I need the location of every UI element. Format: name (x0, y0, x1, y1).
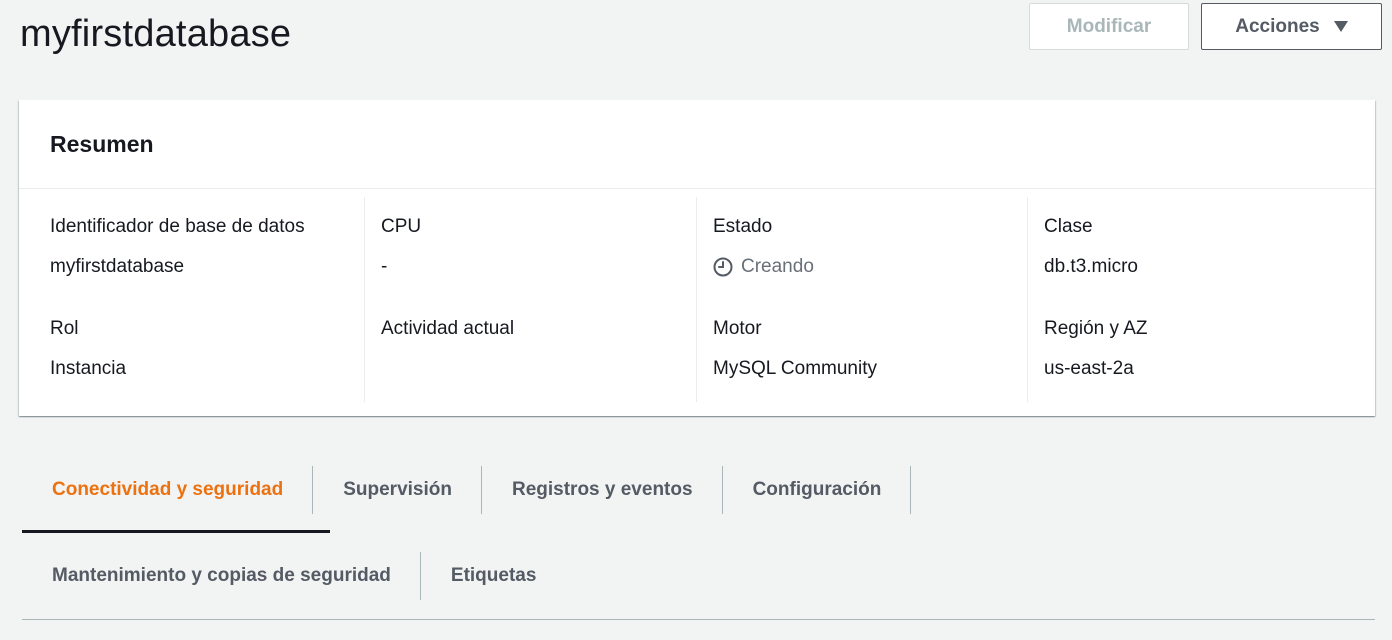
actions-button-label: Acciones (1235, 15, 1320, 37)
status-value-wrapper: Creando (713, 255, 1027, 279)
region-label: Región y AZ (1044, 318, 1148, 339)
tab-connectivity-security[interactable]: Conectividad y seguridad (22, 466, 314, 514)
activity-field: Actividad actual (365, 317, 696, 341)
tabs-divider (22, 619, 1375, 620)
class-field: Clase db.t3.micro (1028, 215, 1375, 279)
summary-panel: Resumen Identificador de base de datos m… (19, 100, 1375, 416)
modify-button[interactable]: Modificar (1029, 3, 1189, 50)
tab-list-row-2: Mantenimiento y copias de seguridad Etiq… (22, 552, 566, 618)
caret-down-icon (1333, 21, 1348, 32)
activity-label: Actividad actual (381, 318, 515, 339)
engine-field: Motor MySQL Community (697, 317, 1027, 381)
tab-logs-events[interactable]: Registros y eventos (482, 466, 723, 514)
tab-list-row-1: Conectividad y seguridad Supervisión Reg… (22, 466, 912, 532)
status-value: Creando (741, 256, 814, 277)
class-label: Clase (1044, 216, 1093, 237)
status-label: Estado (713, 216, 773, 237)
summary-title: Resumen (50, 130, 154, 157)
cpu-label: CPU (381, 216, 422, 237)
region-field: Región y AZ us-east-2a (1028, 317, 1375, 381)
class-value: db.t3.micro (1044, 256, 1138, 277)
summary-body: Identificador de base de datos myfirstda… (19, 189, 1375, 416)
tab-configuration[interactable]: Configuración (723, 466, 912, 514)
summary-column-4: Clase db.t3.micro Región y AZ us-east-2a (1027, 197, 1375, 402)
clock-icon (713, 257, 733, 277)
tab-tags[interactable]: Etiquetas (421, 552, 567, 600)
status-field: Estado Creando (697, 215, 1027, 279)
actions-dropdown-button[interactable]: Acciones (1201, 3, 1382, 50)
cpu-field: CPU - (365, 215, 696, 279)
summary-column-3: Estado Creando Motor MySQL Community (696, 197, 1027, 402)
summary-column-2: CPU - Actividad actual (364, 197, 696, 402)
tab-maintenance-backups[interactable]: Mantenimiento y copias de seguridad (22, 552, 421, 600)
page: myfirstdatabase Modificar Acciones Resum… (0, 0, 1392, 640)
role-label: Rol (50, 318, 79, 339)
tab-monitoring[interactable]: Supervisión (313, 466, 482, 514)
engine-label: Motor (713, 318, 762, 339)
page-title: myfirstdatabase (20, 13, 292, 55)
cpu-value: - (381, 256, 388, 277)
identifier-value: myfirstdatabase (50, 256, 185, 277)
role-value: Instancia (50, 358, 127, 379)
summary-column-1: Identificador de base de datos myfirstda… (19, 197, 364, 402)
role-field: Rol Instancia (19, 317, 364, 381)
region-value: us-east-2a (1044, 358, 1134, 379)
summary-header: Resumen (19, 100, 1375, 189)
identifier-label: Identificador de base de datos (50, 216, 305, 237)
active-tab-indicator (22, 530, 330, 533)
identifier-field: Identificador de base de datos myfirstda… (19, 215, 364, 279)
engine-value: MySQL Community (713, 358, 877, 379)
